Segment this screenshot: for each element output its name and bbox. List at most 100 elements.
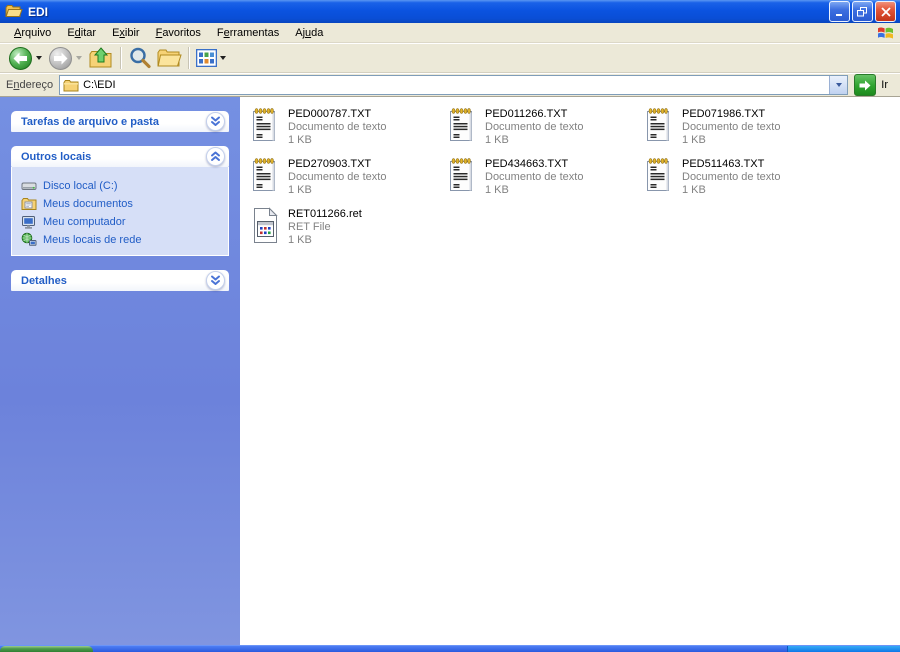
address-input[interactable]: C:\EDI <box>59 75 849 95</box>
back-button[interactable] <box>6 44 35 72</box>
file-tile-ped011266-txt[interactable]: PED011266.TXT Documento de texto 1 KB <box>447 107 637 157</box>
file-list-area[interactable]: PED000787.TXT Documento de texto 1 KB PED01… <box>240 97 900 645</box>
file-type: Documento de texto <box>288 121 387 133</box>
file-name: PED511463.TXT <box>682 158 765 170</box>
file-type: Documento de texto <box>288 171 387 183</box>
start-button[interactable] <box>0 646 93 652</box>
chevron-double-up-icon <box>209 150 222 163</box>
folders-icon <box>156 46 182 70</box>
menu-item-editar[interactable]: Editar <box>59 25 104 41</box>
toolbar-separator <box>188 47 190 69</box>
file-tile-ped000787-txt[interactable]: PED000787.TXT Documento de texto 1 KB <box>250 107 440 157</box>
disk-drive-icon <box>21 178 38 194</box>
close-button[interactable] <box>875 1 896 22</box>
sidebar-item-meus-documentos[interactable]: Meus documentos <box>21 195 224 213</box>
views-icon <box>196 49 217 67</box>
collapse-panel-button[interactable] <box>206 147 225 166</box>
file-tile-ped434663-txt[interactable]: PED434663.TXT Documento de texto 1 KB <box>447 157 637 207</box>
file-tiles: PED000787.TXT Documento de texto 1 KB PED01… <box>250 107 900 257</box>
file-name: PED434663.TXT <box>485 158 569 170</box>
menu-item-arquivo[interactable]: Arquivo <box>6 25 59 41</box>
my-computer-icon <box>21 214 38 230</box>
file-tile-text: PED011266.TXT Documento de texto 1 KB <box>485 107 583 147</box>
up-folder-icon <box>88 46 114 70</box>
file-name: PED011266.TXT <box>485 108 568 120</box>
file-size: 1 KB <box>288 184 312 196</box>
menu-item-ajuda[interactable]: Ajuda <box>287 25 331 41</box>
sidebar-item-label: Meus locais de rede <box>43 234 142 246</box>
go-button[interactable] <box>854 74 877 96</box>
open-folder-icon <box>5 4 23 19</box>
file-tile-text: PED434663.TXT Documento de texto 1 KB <box>485 157 583 197</box>
file-tile-ped511463-txt[interactable]: PED511463.TXT Documento de texto 1 KB <box>644 157 834 207</box>
forward-button[interactable] <box>46 44 75 72</box>
file-size: 1 KB <box>485 184 509 196</box>
expand-panel-button[interactable] <box>206 112 225 131</box>
menu-item-ferramentas[interactable]: Ferramentas <box>209 25 287 41</box>
search-icon <box>128 46 152 70</box>
file-tile-text: RET011266.ret RET File 1 KB <box>288 207 362 247</box>
text-document-icon <box>250 107 280 147</box>
file-type: Documento de texto <box>485 171 584 183</box>
text-document-icon <box>447 107 477 147</box>
chevron-double-down-icon <box>209 274 222 287</box>
unknown-file-icon <box>250 207 280 247</box>
taskbar[interactable] <box>0 645 900 652</box>
sidebar-item-meu-computador[interactable]: Meu computador <box>21 213 224 231</box>
explorer-window: EDI Arquivo Editar Exibir Favoritos Ferramen… <box>0 0 900 652</box>
content-area: Tarefas de arquivo e pasta Outros locais D… <box>0 97 900 645</box>
title-bar: EDI <box>0 0 900 23</box>
forward-icon <box>48 46 73 71</box>
forward-dropdown-caret[interactable] <box>76 56 82 60</box>
views-dropdown-caret[interactable] <box>220 56 226 60</box>
sidebar-panel-tarefas-de-arquivo-e-pasta: Tarefas de arquivo e pasta <box>11 111 229 132</box>
address-label: Endereço <box>6 79 54 91</box>
minimize-button[interactable] <box>829 1 850 22</box>
back-dropdown-caret[interactable] <box>36 56 42 60</box>
sidebar-item-label: Meus documentos <box>43 198 133 210</box>
text-document-icon <box>250 157 280 197</box>
sidebar-item-meus-locais-de-rede[interactable]: Meus locais de rede <box>21 231 224 249</box>
address-dropdown-button[interactable] <box>829 76 848 94</box>
panel-header-detalhes[interactable]: Detalhes <box>11 270 229 291</box>
panel-title: Tarefas de arquivo e pasta <box>21 115 159 128</box>
views-button[interactable] <box>194 44 219 72</box>
file-type: Documento de texto <box>682 171 781 183</box>
restore-button[interactable] <box>852 1 873 22</box>
folders-button[interactable] <box>154 44 184 72</box>
toolbar-separator <box>120 47 122 69</box>
windows-logo-icon <box>877 25 894 41</box>
text-document-icon <box>644 157 674 197</box>
sidebar-item-label: Disco local (C:) <box>43 180 118 192</box>
system-tray[interactable] <box>787 646 900 652</box>
go-arrow-icon <box>859 80 871 90</box>
chevron-down-icon <box>835 83 842 87</box>
file-tile-ped071986-txt[interactable]: PED071986.TXT Documento de texto 1 KB <box>644 107 834 157</box>
panel-header-tarefas-de-arquivo-e-pasta[interactable]: Tarefas de arquivo e pasta <box>11 111 229 132</box>
file-tile-ret011266-ret[interactable]: RET011266.ret RET File 1 KB <box>250 207 440 257</box>
file-type: Documento de texto <box>485 121 584 133</box>
menu-item-favoritos[interactable]: Favoritos <box>148 25 209 41</box>
search-button[interactable] <box>126 44 154 72</box>
address-bar: Endereço C:\EDI Ir <box>0 73 900 97</box>
panel-header-outros-locais[interactable]: Outros locais <box>11 146 229 167</box>
file-name: PED000787.TXT <box>288 108 372 120</box>
file-size: 1 KB <box>485 134 509 146</box>
expand-panel-button[interactable] <box>206 271 225 290</box>
sidebar-item-disco-local-c[interactable]: Disco local (C:) <box>21 177 224 195</box>
address-value: C:\EDI <box>83 79 116 91</box>
file-name: RET011266.ret <box>288 208 362 220</box>
file-tile-ped270903-txt[interactable]: PED270903.TXT Documento de texto 1 KB <box>250 157 440 207</box>
sidebar-panel-outros-locais: Outros locais Disco local (C:) Meus docume… <box>11 146 229 256</box>
up-button[interactable] <box>86 44 116 72</box>
chevron-double-down-icon <box>209 115 222 128</box>
menu-item-exibir[interactable]: Exibir <box>104 25 148 41</box>
text-document-icon <box>447 157 477 197</box>
toolbar <box>0 43 900 73</box>
panel-title: Detalhes <box>21 274 67 287</box>
file-tile-text: PED511463.TXT Documento de texto 1 KB <box>682 157 780 197</box>
task-pane: Tarefas de arquivo e pasta Outros locais D… <box>0 97 240 645</box>
go-label[interactable]: Ir <box>881 79 888 91</box>
file-type: Documento de texto <box>682 121 781 133</box>
folder-icon <box>63 79 79 92</box>
